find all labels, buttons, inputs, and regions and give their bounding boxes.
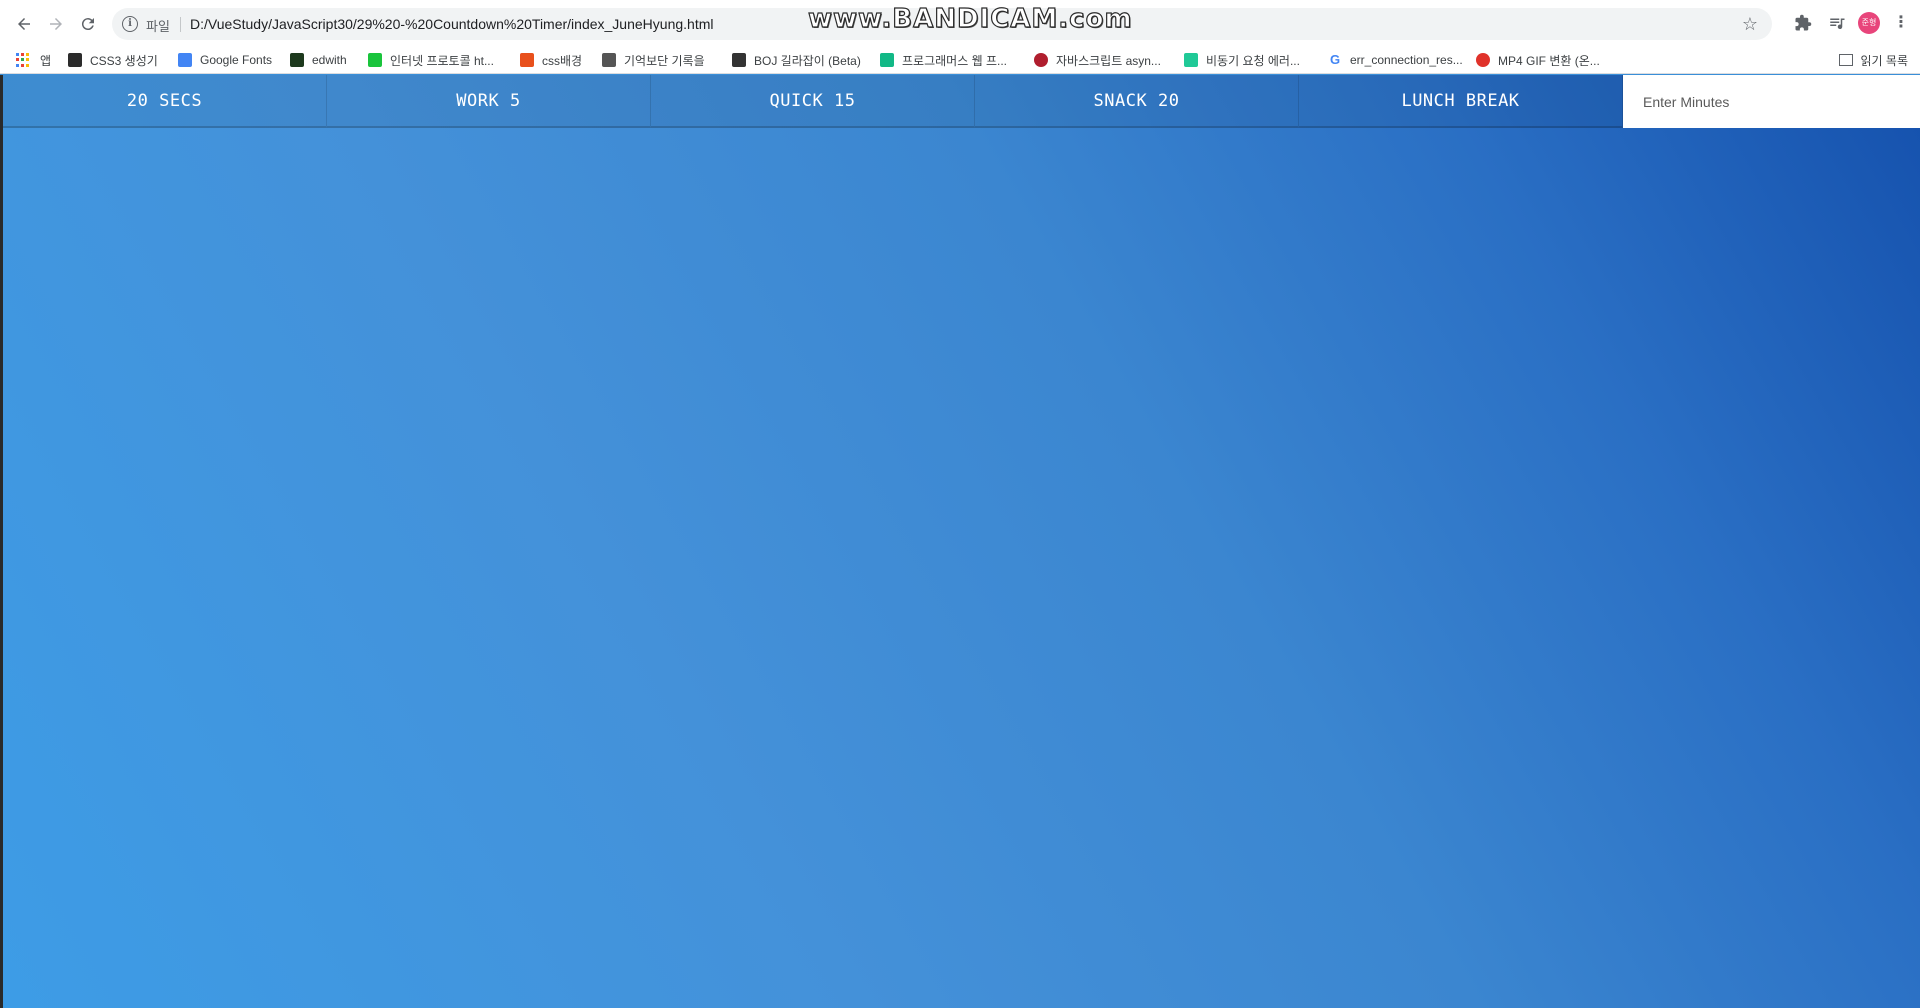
forward-arrow-icon[interactable]: [44, 12, 68, 36]
bookmark-css-bg[interactable]: css배경: [520, 50, 582, 70]
recorder-watermark: www.BANDICAM.com: [807, 3, 1133, 34]
bookmark-mp4-gif[interactable]: MP4 GIF 변환 (온...: [1476, 50, 1600, 70]
bookmark-programmers[interactable]: 프로그래머스 웹 프...: [880, 50, 1007, 70]
bookmark-blog[interactable]: 기억보단 기록을: [602, 50, 705, 70]
bookmark-label: edwith: [312, 53, 347, 67]
apps-grid-icon: [16, 53, 30, 67]
bookmark-async-error[interactable]: 비동기 요청 에러...: [1184, 50, 1300, 70]
bookmark-label: Google Fonts: [200, 53, 273, 67]
bookmark-label: 자바스크립트 asyn...: [1056, 53, 1161, 68]
blog-icon: [602, 53, 616, 67]
bookmark-err-connection[interactable]: G err_connection_res...: [1328, 50, 1463, 70]
media-control-icon[interactable]: [1826, 12, 1848, 34]
reading-list-icon: [1838, 54, 1853, 66]
reload-icon[interactable]: [76, 12, 100, 36]
omnibox-divider: [180, 17, 181, 32]
browser-chrome: i 파일 D:/VueStudy/JavaScript30/29%20-%20C…: [0, 0, 1920, 74]
velog-icon: [1184, 53, 1198, 67]
custom-minutes-form: [1623, 75, 1920, 128]
bookmark-label: BOJ 길라잡이 (Beta): [754, 53, 861, 68]
timer-button-quick-15[interactable]: QUICK 15: [651, 75, 975, 128]
programmers-icon: [880, 53, 894, 67]
converter-icon: [1476, 53, 1490, 67]
bookmark-google-fonts[interactable]: Google Fonts: [178, 50, 272, 70]
bookmark-label: css배경: [542, 53, 583, 68]
bookmarks-bar: 앱 CSS3 생성기 Google Fonts edwith 인터넷 프로토콜 …: [0, 46, 1920, 74]
timer-button-snack-20[interactable]: SNACK 20: [975, 75, 1299, 128]
scheme-label: 파일: [146, 19, 170, 34]
bookmark-label: 기억보단 기록을: [624, 53, 705, 68]
minutes-input[interactable]: [1623, 75, 1920, 128]
address-bar-row: i 파일 D:/VueStudy/JavaScript30/29%20-%20C…: [0, 0, 1920, 46]
bookmark-star-icon[interactable]: ☆: [1742, 14, 1758, 35]
google-fonts-icon: [178, 53, 192, 67]
reading-list-button[interactable]: 읽기 목록: [1838, 50, 1909, 70]
poiemaweb-icon: [1034, 53, 1048, 67]
bookmark-label: 인터넷 프로토콜 ht...: [390, 53, 494, 68]
bookmark-boj[interactable]: BOJ 길라잡이 (Beta): [732, 50, 861, 70]
timer-button-20-secs[interactable]: 20 SECS: [3, 75, 327, 128]
extensions-puzzle-icon[interactable]: [1792, 12, 1814, 34]
bookmark-label: 프로그래머스 웹 프...: [902, 53, 1007, 68]
back-arrow-icon[interactable]: [12, 12, 36, 36]
google-icon: G: [1328, 52, 1342, 67]
naver-icon: [368, 53, 382, 67]
bookmark-apps[interactable]: 앱: [16, 50, 51, 70]
bookmark-css3[interactable]: CSS3 생성기: [68, 50, 158, 70]
reading-list-label: 읽기 목록: [1860, 53, 1909, 68]
boj-icon: [732, 53, 746, 67]
timer-button-lunch-break[interactable]: LUNCH BREAK: [1299, 75, 1623, 128]
profile-avatar[interactable]: 준형: [1858, 12, 1880, 34]
bookmark-label: CSS3 생성기: [90, 53, 158, 68]
more-menu-icon[interactable]: ⋮: [1890, 12, 1912, 34]
bookmark-label: MP4 GIF 변환 (온...: [1498, 53, 1600, 68]
url-text[interactable]: D:/VueStudy/JavaScript30/29%20-%20Countd…: [190, 16, 713, 32]
bookmark-label: 앱: [40, 53, 52, 68]
info-icon[interactable]: i: [122, 16, 138, 32]
timer-page: 20 SECS WORK 5 QUICK 15 SNACK 20 LUNCH B…: [0, 75, 1920, 1008]
css3-icon: [68, 53, 82, 67]
bookmark-label: err_connection_res...: [1350, 53, 1463, 67]
edwith-icon: [290, 53, 304, 67]
bookmark-label: 비동기 요청 에러...: [1206, 53, 1300, 68]
bookmark-internet-protocol[interactable]: 인터넷 프로토콜 ht...: [368, 50, 494, 70]
bookmark-js-async[interactable]: 자바스크립트 asyn...: [1034, 50, 1161, 70]
bookmark-edwith[interactable]: edwith: [290, 50, 347, 70]
timer-button-work-5[interactable]: WORK 5: [327, 75, 651, 128]
timer-controls: 20 SECS WORK 5 QUICK 15 SNACK 20 LUNCH B…: [3, 75, 1920, 128]
css-bg-icon: [520, 53, 534, 67]
